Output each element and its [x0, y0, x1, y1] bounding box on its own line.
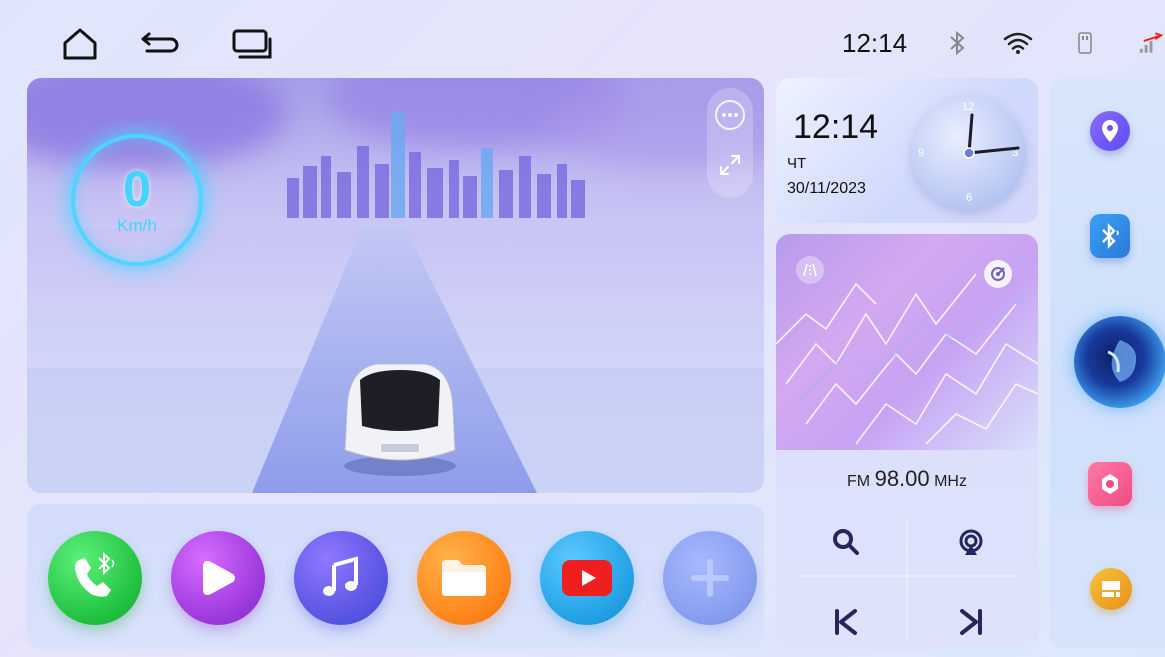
bluetooth-button[interactable]: [1090, 214, 1130, 258]
app-video-player[interactable]: [171, 531, 265, 625]
signal-icon: [1136, 28, 1165, 58]
app-bar: [27, 504, 764, 649]
app-youtube[interactable]: [540, 531, 634, 625]
clock-time: 12:14: [793, 108, 879, 146]
navigation-button[interactable]: [1090, 111, 1130, 151]
fm-band: FM: [847, 473, 871, 490]
bluetooth-phone-icon: [75, 551, 115, 597]
speedometer: 0 Km/h: [71, 134, 203, 266]
folder-icon: [442, 560, 486, 596]
bluetooth-icon: [942, 28, 972, 58]
app-add[interactable]: [663, 531, 757, 625]
speed-unit: Km/h: [117, 216, 157, 235]
music-note-icon: [323, 556, 358, 596]
more-icon: [722, 113, 738, 117]
previous-icon: [835, 609, 857, 635]
recents-button[interactable]: [230, 22, 274, 66]
wifi-icon: [1003, 28, 1033, 58]
recents-icon: [232, 29, 272, 59]
broadcast-icon: [959, 529, 983, 555]
radio-icon: [991, 267, 1005, 281]
radio-grid-lines: [796, 519, 1018, 639]
analog-clock: 12 3 6 9: [912, 96, 1026, 210]
driving-scene-panel[interactable]: 0 Km/h: [27, 78, 764, 493]
youtube-icon: [562, 560, 612, 596]
back-icon: [141, 32, 179, 53]
search-icon: [833, 529, 859, 555]
plus-icon: [691, 559, 729, 597]
app-music[interactable]: [294, 531, 388, 625]
usb-icon: [1070, 28, 1100, 58]
fm-unit: MHz: [934, 473, 967, 490]
play-icon: [203, 561, 235, 595]
search-button[interactable]: [826, 522, 866, 562]
speed-value: 0: [123, 161, 151, 217]
home-button[interactable]: [58, 22, 102, 66]
previous-station-button[interactable]: [826, 602, 866, 642]
right-dock: [1050, 78, 1165, 648]
clock-widget[interactable]: 12:14 ЧТ 30/11/2023 12 3 6 9: [776, 78, 1038, 223]
app-bluetooth-phone[interactable]: [48, 531, 142, 625]
expand-icon: [720, 155, 740, 175]
home-icon: [63, 28, 97, 60]
split-screen-icon: [1102, 581, 1120, 597]
radio-source-button[interactable]: [984, 260, 1012, 288]
next-icon: [960, 609, 982, 635]
gear-icon: [1102, 474, 1118, 494]
voice-assistant-icon: [1107, 340, 1137, 382]
radio-artwork: [776, 234, 1038, 450]
back-button[interactable]: [138, 22, 182, 66]
broadcast-button[interactable]: [951, 522, 991, 562]
settings-button[interactable]: [1088, 462, 1132, 506]
app-file-manager[interactable]: [417, 531, 511, 625]
expand-button[interactable]: [715, 150, 745, 180]
location-pin-icon: [1102, 120, 1118, 142]
bluetooth-icon: [1102, 223, 1119, 249]
car-image: [344, 363, 456, 476]
scene-controls: [707, 88, 753, 198]
status-bar: 12:14: [0, 0, 1165, 78]
split-screen-button[interactable]: [1090, 568, 1132, 610]
next-station-button[interactable]: [951, 602, 991, 642]
clock-date: 30/11/2023: [787, 180, 866, 197]
clock-hands: [963, 113, 1020, 159]
voice-assistant-button[interactable]: [1074, 316, 1165, 408]
fm-frequency: 98.00: [874, 466, 930, 491]
more-options-button[interactable]: [715, 100, 745, 130]
status-time: 12:14: [842, 28, 908, 58]
clock-day: ЧТ: [787, 155, 807, 172]
road-icon: [796, 256, 824, 284]
fm-frequency-display: FM 98.00 MHz: [776, 466, 1038, 492]
radio-widget[interactable]: FM 98.00 MHz: [776, 234, 1038, 649]
